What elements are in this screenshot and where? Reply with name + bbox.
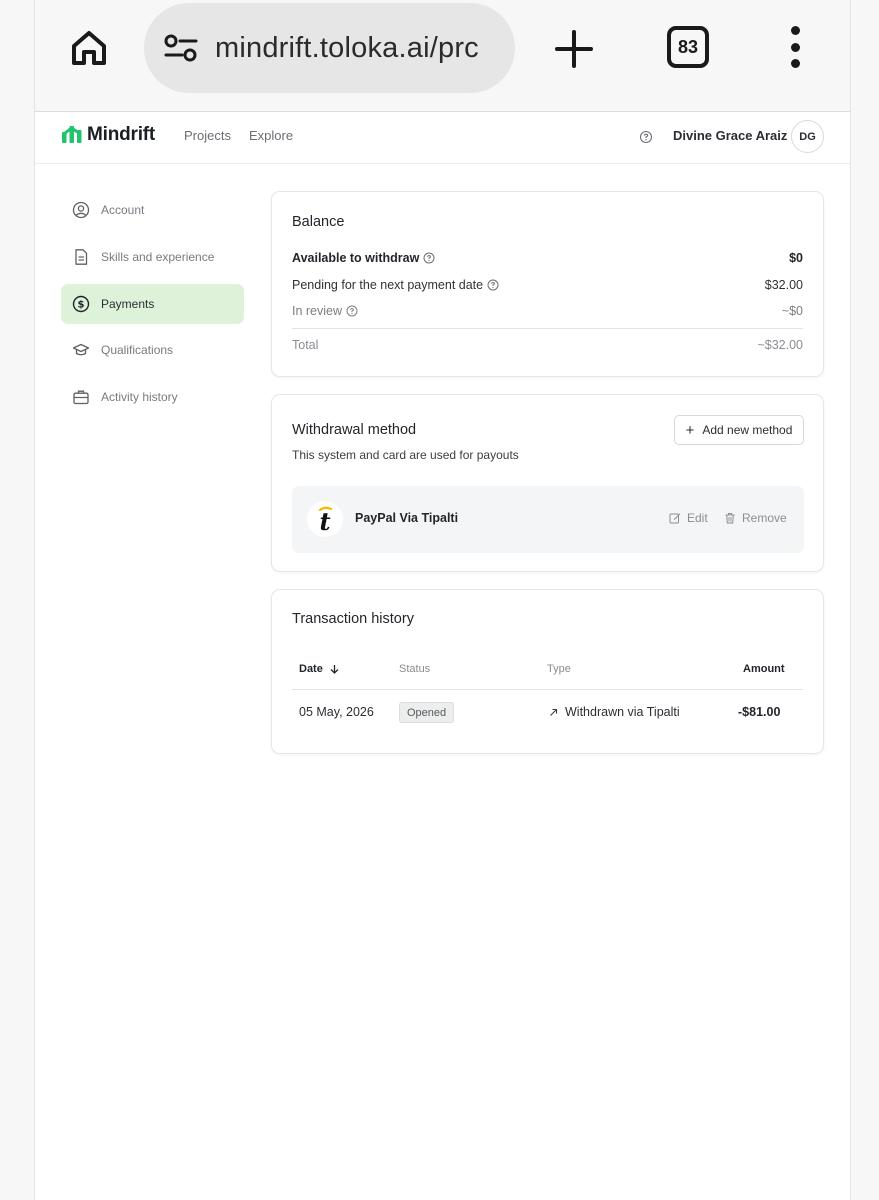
review-label: In review [292,304,343,318]
home-icon[interactable] [65,24,113,72]
pending-row: Pending for the next payment date $32.00 [292,278,803,292]
sidebar-item-account[interactable]: Account [61,190,244,230]
mindrift-logo[interactable]: Mindrift [61,124,155,146]
column-date[interactable]: Date [299,663,339,675]
trash-icon [724,512,736,524]
add-new-method-button[interactable]: + Add new method [674,415,804,445]
sidebar-item-payments[interactable]: $ Payments [61,284,244,324]
pending-value: $32.00 [764,278,803,292]
balance-card: Balance Available to withdraw $0 Pending… [271,191,824,377]
tipalti-logo: t [307,501,343,537]
arrow-down-icon [330,664,339,674]
briefcase-icon [72,388,90,406]
tab-switcher-button[interactable]: 83 [667,26,709,68]
edit-icon [669,512,681,524]
method-name: PayPal Via Tipalti [355,511,459,525]
mindrift-logo-icon [62,126,82,143]
svg-text:$: $ [78,300,85,311]
help-icon[interactable] [639,130,653,144]
pending-label: Pending for the next payment date [292,278,484,292]
row-date: 05 May, 2026 [299,705,374,719]
balance-divider [292,328,803,329]
total-row: Total ~$32.00 [292,338,803,352]
nav-explore[interactable]: Explore [249,128,293,143]
withdrawal-card: Withdrawal method This system and card a… [271,394,824,572]
info-icon[interactable] [423,252,435,264]
review-row: In review ~$0 [292,304,803,318]
graduation-cap-icon [72,341,90,359]
dollar-circle-icon: $ [72,295,90,313]
new-tab-icon[interactable] [549,24,599,74]
row-type: Withdrawn via Tipalti [549,705,680,719]
payment-method-item: t PayPal Via Tipalti Edit Remove [292,486,804,553]
row-amount: -$81.00 [738,705,781,719]
balance-title: Balance [292,214,345,230]
transaction-history-title: Transaction history [292,611,414,627]
sidebar-item-skills[interactable]: Skills and experience [61,237,244,277]
document-icon [72,248,90,266]
url-text[interactable]: mindrift.toloka.ai/prc [215,32,479,65]
available-value: $0 [789,251,803,265]
sidebar-item-label: Activity history [101,390,178,404]
table-header-divider [292,689,803,690]
column-type: Type [547,663,571,675]
address-bar[interactable]: mindrift.toloka.ai/prc [144,3,515,93]
column-status: Status [399,663,431,675]
page-frame: mindrift.toloka.ai/prc 83 Mindrift Proje… [34,0,851,1200]
user-circle-icon [72,201,90,219]
column-date-label: Date [299,663,323,675]
transaction-history-card: Transaction history Date Status Type Amo… [271,589,824,754]
app-header: Mindrift Projects Explore Divine Grace A… [35,112,850,164]
withdrawal-title: Withdrawal method [292,422,417,438]
total-label: Total [292,338,319,352]
total-value: ~$32.00 [757,338,803,352]
sidebar-item-label: Payments [101,297,155,311]
available-row: Available to withdraw $0 [292,251,803,265]
user-name[interactable]: Divine Grace Araiz [673,128,787,143]
sidebar-item-label: Skills and experience [101,250,215,264]
sidebar-item-label: Qualifications [101,343,174,357]
svg-text:t: t [319,507,330,533]
arrow-up-right-icon [549,708,558,717]
withdrawal-subtitle: This system and card are used for payout… [292,448,519,462]
available-label: Available to withdraw [292,251,420,265]
row-type-label: Withdrawn via Tipalti [565,705,680,719]
remove-button[interactable]: Remove [724,511,787,525]
sidebar-item-label: Account [101,203,145,217]
sidebar-item-qualifications[interactable]: Qualifications [61,330,244,370]
avatar[interactable]: DG [791,120,824,153]
info-icon[interactable] [346,305,358,317]
nav-projects[interactable]: Projects [184,128,231,143]
plus-icon: + [685,421,695,439]
status-badge: Opened [399,702,455,723]
browser-toolbar: mindrift.toloka.ai/prc 83 [35,0,850,112]
remove-label: Remove [742,511,787,525]
info-icon[interactable] [487,279,499,291]
site-settings-icon[interactable] [161,28,201,68]
add-new-method-label: Add new method [702,423,793,437]
edit-label: Edit [687,511,708,525]
more-menu-icon[interactable] [783,26,807,68]
logo-text: Mindrift [87,124,156,145]
edit-button[interactable]: Edit [669,511,708,525]
sidebar-item-activity-history[interactable]: Activity history [61,377,244,417]
review-value: ~$0 [781,304,803,318]
column-amount: Amount [743,663,785,675]
